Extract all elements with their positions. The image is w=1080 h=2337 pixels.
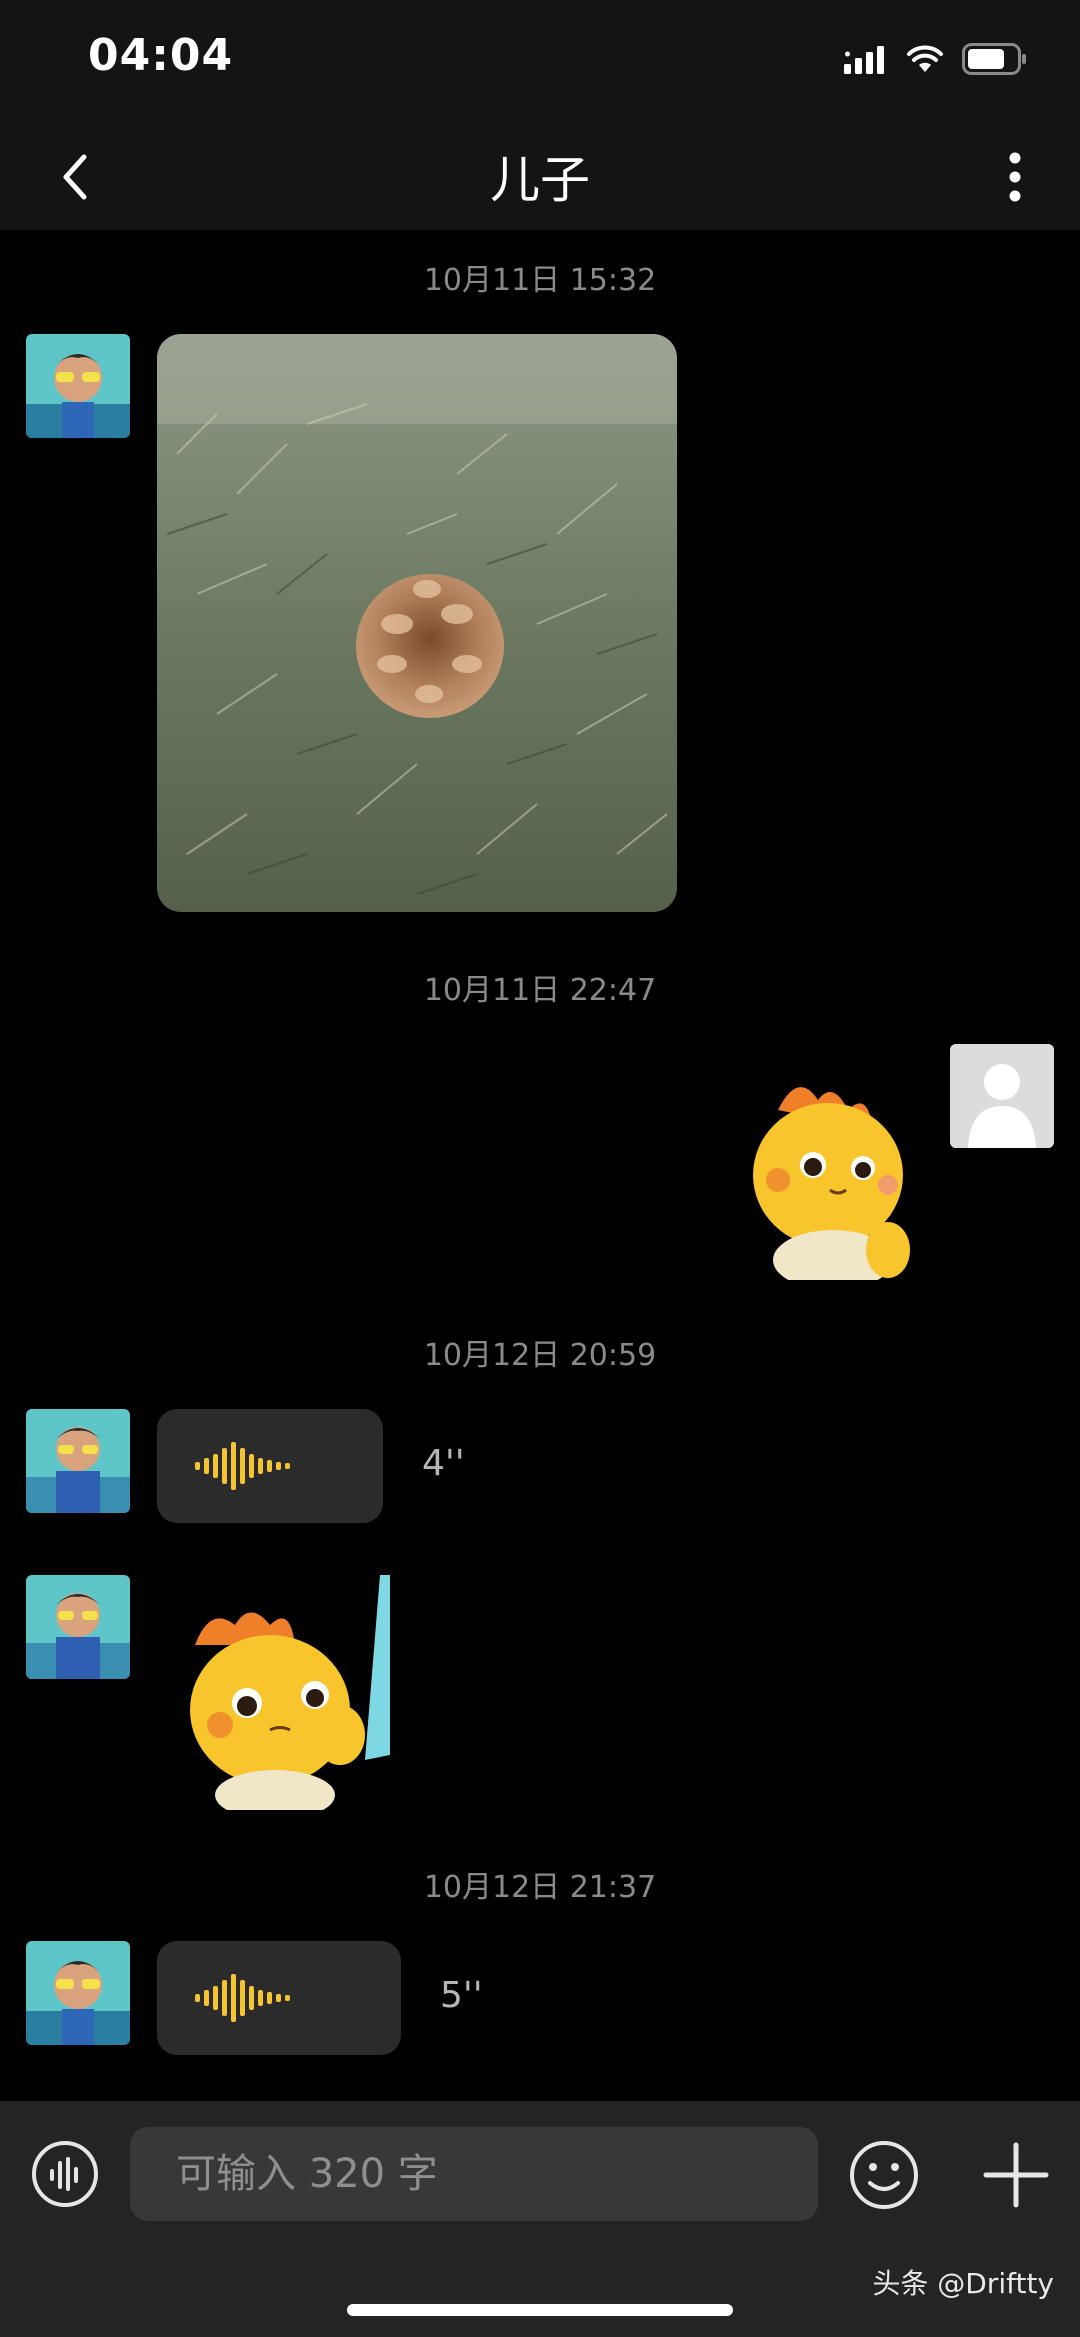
dinosaur-sticker[interactable]: [738, 1070, 918, 1290]
message-timestamp: 10月12日 21:37: [423, 1870, 657, 1905]
message-timestamp: 10月12日 20:59: [423, 1338, 657, 1373]
signal-icon: [844, 46, 884, 74]
add-attachment-button[interactable]: [980, 2139, 1052, 2211]
more-options-button[interactable]: [980, 142, 1050, 212]
plus-icon: [983, 2142, 1049, 2208]
message-timestamp: 10月11日 22:47: [423, 973, 657, 1008]
more-vertical-icon: [1009, 152, 1021, 202]
battery-icon: [962, 43, 1026, 75]
voice-wave-icon: [195, 1442, 290, 1490]
my-avatar[interactable]: [950, 1044, 1054, 1148]
status-bar: 04:04: [0, 0, 1080, 120]
watermark: 头条 @Driftty: [872, 2267, 1054, 2300]
voice-duration: 4'': [422, 1443, 465, 1484]
voice-input-toggle[interactable]: [30, 2139, 100, 2209]
contact-avatar[interactable]: [26, 1409, 130, 1513]
shared-photo[interactable]: [157, 334, 677, 912]
chat-title: 儿子: [490, 151, 590, 209]
voice-message-bubble[interactable]: [157, 1941, 401, 2055]
message-input[interactable]: [130, 2127, 818, 2221]
chat-header: 儿子: [0, 120, 1080, 230]
voice-message-bubble[interactable]: [157, 1409, 383, 1523]
voice-duration: 5'': [440, 1975, 483, 2016]
contact-avatar[interactable]: [26, 334, 130, 438]
smiley-icon: [850, 2141, 918, 2209]
home-indicator: [347, 2304, 733, 2316]
status-icons: [844, 38, 1028, 80]
voice-wave-icon: [195, 1974, 290, 2022]
input-bar: 头条 @Driftty: [0, 2101, 1080, 2337]
contact-avatar[interactable]: [26, 1941, 130, 2045]
dinosaur-sticker[interactable]: [175, 1575, 395, 1820]
status-time: 04:04: [88, 30, 234, 81]
message-timestamp: 10月11日 15:32: [423, 263, 657, 298]
contact-avatar[interactable]: [26, 1575, 130, 1679]
voice-wave-icon: [32, 2141, 98, 2207]
wifi-icon: [907, 45, 943, 72]
emoji-button[interactable]: [848, 2139, 920, 2211]
